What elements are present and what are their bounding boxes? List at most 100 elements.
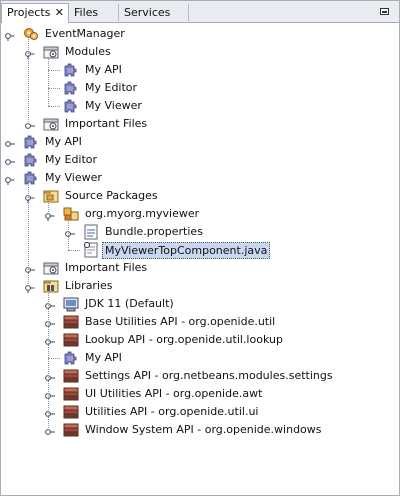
expand-toggle-icon[interactable] — [45, 335, 55, 345]
tree-node[interactable]: Important Files — [1, 115, 397, 133]
tree-node-label: My Editor — [85, 81, 138, 94]
package-icon — [63, 206, 79, 222]
library-jar-icon — [63, 314, 79, 330]
expand-toggle-icon[interactable] — [45, 371, 55, 381]
tree-node-label: Bundle.properties — [105, 225, 203, 238]
minimize-window-icon[interactable] — [380, 8, 389, 15]
tree-node[interactable]: Libraries — [1, 277, 397, 295]
tab-projects-label: Projects — [7, 6, 51, 19]
tree-node-label: Source Packages — [65, 189, 158, 202]
tree-node[interactable]: My API — [1, 61, 397, 79]
tree-node[interactable]: My Viewer — [1, 97, 397, 115]
tree-node-label: My API — [85, 63, 122, 76]
module-icon — [23, 170, 39, 186]
expand-toggle-icon[interactable] — [45, 317, 55, 327]
collapse-toggle-icon[interactable] — [5, 29, 15, 41]
tree-node[interactable]: JDK 11 (Default) — [1, 295, 397, 313]
tree-node-label: My Viewer — [85, 99, 142, 112]
tree-node[interactable]: My Viewer — [1, 169, 397, 187]
tree-node[interactable]: My Editor — [1, 151, 397, 169]
tree-node[interactable]: Bundle.properties — [1, 223, 397, 241]
module-icon — [63, 80, 79, 96]
tree-node-label: UI Utilities API - org.openide.awt — [85, 387, 263, 400]
tab-files-label: Files — [74, 6, 99, 19]
tree-node[interactable]: Settings API - org.netbeans.modules.sett… — [1, 367, 397, 385]
close-icon[interactable]: ✕ — [55, 4, 64, 21]
tree-node-label: Modules — [65, 45, 111, 58]
tree-guide-line — [48, 201, 49, 214]
tree-guide-line — [48, 57, 49, 106]
collapse-toggle-icon[interactable] — [25, 281, 35, 293]
tree-guide-line — [48, 291, 49, 430]
important-files-icon — [43, 116, 59, 132]
expand-toggle-icon[interactable] — [25, 119, 35, 129]
collapse-toggle-icon[interactable] — [25, 191, 35, 203]
library-jar-icon — [63, 332, 79, 348]
tree-node[interactable]: Important Files — [1, 259, 397, 277]
tree-connector — [48, 106, 60, 107]
libraries-icon — [43, 278, 59, 294]
suite-icon — [23, 26, 39, 42]
expand-toggle-icon[interactable] — [45, 389, 55, 399]
java-file-icon — [83, 242, 99, 258]
tree-node[interactable]: Utilities API - org.openide.util.ui — [1, 403, 397, 421]
tab-projects[interactable]: Projects ✕ — [1, 3, 69, 23]
tab-services[interactable]: Services — [119, 4, 189, 21]
tree-node-label: MyViewerTopComponent.java — [102, 242, 271, 259]
tab-files[interactable]: Files — [69, 4, 119, 21]
tree-node[interactable]: UI Utilities API - org.openide.awt — [1, 385, 397, 403]
tree-node-label: Base Utilities API - org.openide.util — [85, 315, 276, 328]
tree-node-label: My Viewer — [45, 171, 102, 184]
tree-node-label: My Editor — [45, 153, 98, 166]
tree-connector — [68, 250, 80, 251]
library-jar-icon — [63, 404, 79, 420]
source-packages-icon — [43, 188, 59, 204]
module-icon — [63, 98, 79, 114]
tree-node[interactable]: Lookup API - org.openide.util.lookup — [1, 331, 397, 349]
tree-node-label: Utilities API - org.openide.util.ui — [85, 405, 259, 418]
tree-node-label: JDK 11 (Default) — [85, 297, 174, 310]
tree-node-label: Important Files — [65, 117, 148, 130]
tree-node-label: org.myorg.myviewer — [85, 207, 200, 220]
collapse-toggle-icon[interactable] — [25, 47, 35, 59]
tab-bar: Projects ✕ Files Services — [1, 1, 399, 23]
tab-services-label: Services — [124, 6, 171, 19]
tree-node[interactable]: Window System API - org.openide.windows — [1, 421, 397, 439]
tree-guide-line — [28, 39, 29, 124]
tree-node[interactable]: Base Utilities API - org.openide.util — [1, 313, 397, 331]
expand-toggle-icon[interactable] — [45, 407, 55, 417]
tree-node[interactable]: My API — [1, 133, 397, 151]
tree-node-label: Lookup API - org.openide.util.lookup — [85, 333, 283, 346]
properties-file-icon — [83, 224, 99, 240]
tree-node[interactable]: Modules — [1, 43, 397, 61]
projects-window: Projects ✕ Files Services EventManager Mo… — [0, 0, 400, 496]
tree-connector — [48, 358, 60, 359]
expand-toggle-icon[interactable] — [65, 227, 75, 237]
expand-toggle-icon[interactable] — [5, 137, 15, 147]
tree-node[interactable]: My Editor — [1, 79, 397, 97]
tree-node[interactable]: My API — [1, 349, 397, 367]
module-icon — [63, 350, 79, 366]
tree-node-label: Libraries — [65, 279, 113, 292]
library-jar-icon — [63, 368, 79, 384]
collapse-toggle-icon[interactable] — [5, 173, 15, 185]
tree-node[interactable]: org.myorg.myviewer — [1, 205, 397, 223]
tree-node[interactable]: MyViewerTopComponent.java — [1, 241, 397, 259]
module-icon — [63, 62, 79, 78]
module-icon — [23, 134, 39, 150]
tree-node-label: Important Files — [65, 261, 148, 274]
expand-toggle-icon[interactable] — [25, 263, 35, 273]
expand-toggle-icon[interactable] — [45, 299, 55, 309]
tree-node[interactable]: Source Packages — [1, 187, 397, 205]
tree-connector — [48, 70, 60, 71]
collapse-toggle-icon[interactable] — [45, 209, 55, 221]
tree-node-label: Window System API - org.openide.windows — [85, 423, 322, 436]
tree-node[interactable]: EventManager — [1, 25, 397, 43]
tree-guide-line — [28, 183, 29, 286]
modules-folder-icon — [43, 44, 59, 60]
tree-guide-line — [68, 219, 69, 250]
library-jar-icon — [63, 386, 79, 402]
expand-toggle-icon[interactable] — [45, 425, 55, 435]
expand-toggle-icon[interactable] — [5, 155, 15, 165]
jdk-icon — [63, 296, 79, 312]
